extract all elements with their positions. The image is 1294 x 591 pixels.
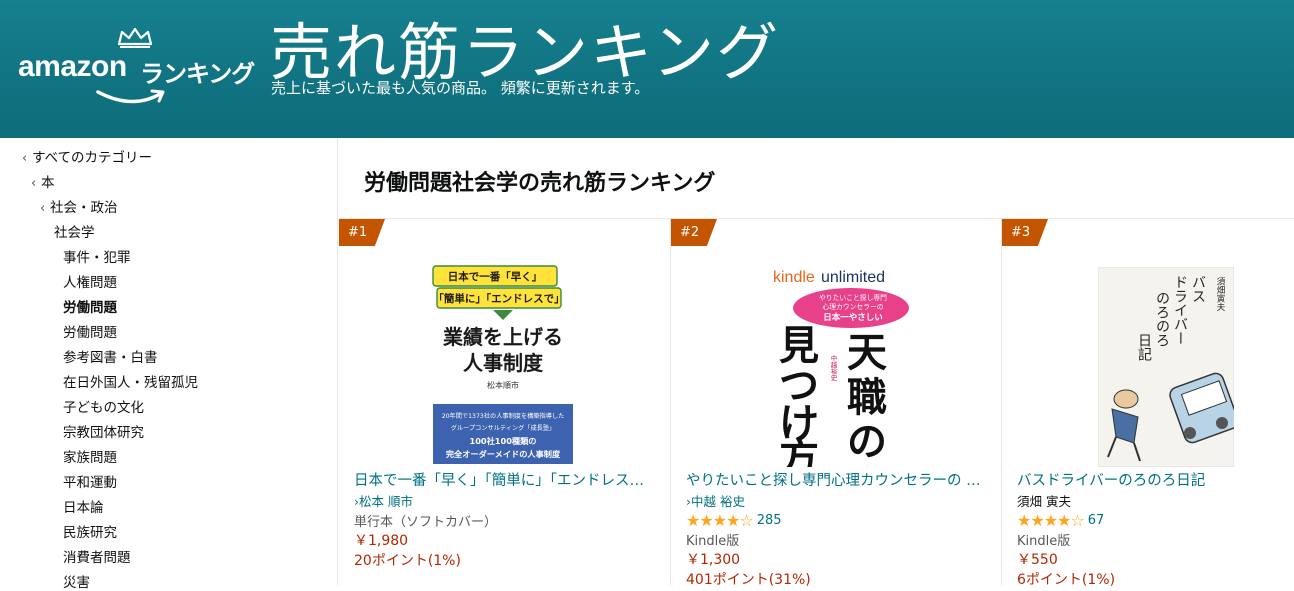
sidebar-item-incidents-crime[interactable]: 事件・犯罪 (63, 246, 131, 266)
cover-title: 日記 (1136, 333, 1152, 361)
product-author-label: 中越 裕史 (691, 494, 745, 509)
sidebar-item-family[interactable]: 家族問題 (63, 446, 117, 466)
chevron-left-icon: ‹ (40, 201, 46, 216)
review-count-link[interactable]: 285 (757, 513, 782, 528)
category-sidebar: ‹ すべてのカテゴリー ‹ 本 ‹ 社会・政治 社会学 事件・犯罪 人権問題 労働問題… (0, 138, 338, 591)
sidebar-item-society-politics[interactable]: ‹ 社会・政治 (40, 196, 118, 216)
product-format: Kindle版 (686, 534, 740, 549)
sidebar-item-foreign-residents[interactable]: 在日外国人・残留孤児 (63, 371, 198, 391)
sidebar-item-all-categories[interactable]: ‹ すべてのカテゴリー (22, 146, 152, 166)
cover-text: やりたいこと探し専門 (819, 293, 887, 302)
cover-text: 心理カウンセラーの (822, 303, 883, 311)
product-title-link[interactable]: やりたいこと探し専門心理カウンセラーの 日本一やさしい天職の見つけ方 (686, 469, 986, 490)
cover-author: 松本順市 (487, 380, 519, 390)
product-title-link[interactable]: バスドライバーのろのろ日記 (1017, 469, 1294, 490)
cover-author: 中越裕史 (829, 354, 837, 383)
product-price: ￥1,980 (354, 533, 409, 549)
cover-title-char: 天 (847, 329, 887, 376)
cover-text: グループコンサルティング「成長塾」 (451, 424, 555, 432)
cover-text: 100社100種類の (470, 436, 537, 446)
cover-title-char: 方 (779, 434, 819, 467)
cover-text: 20年間で1373社の人事制度を構築指導した (442, 412, 565, 420)
sidebar-item-ethnic-studies[interactable]: 民族研究 (63, 521, 117, 541)
product-cover-image[interactable]: バス ドライバー のろのろ 日記 須畑寅夫 (1098, 267, 1234, 467)
page-subtitle: 売上に基づいた最も人気の商品。 頻繁に更新されます。 (271, 79, 650, 97)
cover-title-char: 職 (847, 374, 887, 421)
product-cover-image[interactable]: 日本で一番「早く」 「簡単に」「エンドレスで」 業績を上げる 人事制度 松本順市… (429, 264, 577, 464)
cover-text: 「簡単に」「エンドレスで」 (433, 292, 564, 305)
sidebar-item-books[interactable]: ‹ 本 (31, 171, 55, 191)
cover-author: 須畑寅夫 (1215, 277, 1225, 312)
product-format: Kindle版 (1017, 534, 1071, 549)
kindle-text: kindle (773, 269, 815, 286)
sidebar-item-consumer-issues[interactable]: 消費者問題 (63, 546, 131, 566)
rank-badge: #2 (671, 219, 717, 246)
product-price: ￥550 (1017, 552, 1058, 568)
star-rating-icon: ★★★★☆ (686, 511, 754, 530)
chevron-left-icon: ‹ (22, 151, 28, 166)
product-author-link[interactable]: ›松本 順市 (354, 491, 413, 510)
ranking-list-title: 労働問題社会学の売れ筋ランキング (364, 171, 716, 196)
product-points: 20ポイント(1%) (354, 553, 461, 569)
cover-title: のろのろ (1154, 291, 1170, 347)
ranking-main: 労働問題社会学の売れ筋ランキング #1 日本で一番「早く」 「簡単に」「エンドレ… (339, 138, 1294, 588)
cover-text: 完全オーダーメイドの人事制度 (446, 449, 561, 459)
sidebar-item-human-rights[interactable]: 人権問題 (63, 271, 117, 291)
sidebar-item-religious-groups[interactable]: 宗教団体研究 (63, 421, 144, 441)
sidebar-item-reference-whitepaper[interactable]: 参考図書・白書 (63, 346, 158, 366)
sidebar-item-sociology[interactable]: 社会学 (54, 221, 95, 241)
cover-text: 日本で一番「早く」 (448, 270, 543, 283)
sidebar-item-label: 本 (41, 175, 55, 191)
logo-ranking-text: ランキング (140, 60, 255, 88)
star-rating-icon: ★★★★☆ (1017, 511, 1085, 530)
product-points: 6ポイント(1%) (1017, 572, 1116, 588)
cover-title: 業績を上げる (443, 325, 563, 349)
review-count-link[interactable]: 67 (1088, 513, 1105, 528)
cover-title: バス (1190, 275, 1206, 303)
product-author: 須畑 寅夫 (1017, 494, 1071, 509)
amazon-smile-icon (96, 89, 165, 104)
amazon-ranking-logo[interactable]: amazon ランキング (16, 20, 256, 110)
rating-stars[interactable]: ★★★★☆ 67 (1017, 511, 1104, 530)
cover-title-char: の (847, 418, 887, 465)
chevron-left-icon: ‹ (31, 176, 37, 191)
product-card: #1 日本で一番「早く」 「簡単に」「エンドレスで」 業績を上げる 人事制度 松… (339, 219, 670, 585)
product-author-link[interactable]: ›中越 裕史 (686, 491, 745, 510)
cover-text: 日本一やさしい (823, 312, 883, 323)
unlimited-text: unlimited (821, 269, 885, 286)
crown-icon (117, 27, 153, 48)
sidebar-item-disasters[interactable]: 災害 (63, 571, 90, 591)
ranking-header: amazon ランキング 売れ筋ランキング 売上に基づいた最も人気の商品。 頻繁… (0, 0, 1294, 138)
product-title-link[interactable]: 日本で一番「早く」「簡単に」「エンドレスで」業績を上げる人事制度 (354, 469, 654, 490)
product-card: #2 kindle unlimited やりたいこと探し専門 心理カウンセラーの… (671, 219, 1002, 588)
cover-title: 人事制度 (463, 351, 544, 375)
sidebar-item-child-culture[interactable]: 子どもの文化 (63, 396, 144, 416)
rank-badge: #1 (339, 219, 385, 246)
rating-stars[interactable]: ★★★★☆ 285 (686, 511, 782, 530)
product-points: 401ポイント(31%) (686, 572, 811, 588)
cover-title: ドライバー (1172, 275, 1188, 345)
logo-amazon-text: amazon (18, 50, 127, 83)
sidebar-item-label: 社会・政治 (50, 200, 118, 216)
sidebar-item-peace-movement[interactable]: 平和運動 (63, 471, 117, 491)
rank-badge: #3 (1002, 219, 1048, 246)
product-card: #3 バス ドライバー のろのろ 日記 須畑寅夫 バスドライバーのろのろ日記 須… (1002, 219, 1294, 588)
product-cover-image[interactable]: kindle unlimited やりたいこと探し専門 心理カウンセラーの 日本… (761, 259, 909, 467)
product-author-label: 松本 順市 (359, 494, 413, 509)
product-price: ￥1,300 (686, 552, 741, 568)
sidebar-item-label: すべてのカテゴリー (32, 150, 153, 166)
sidebar-item-japan-theory[interactable]: 日本論 (63, 496, 104, 516)
sidebar-item-labor[interactable]: 労働問題 (63, 321, 117, 341)
product-format: 単行本（ソフトカバー） (354, 515, 498, 530)
sidebar-item-labor-current: 労働問題 (63, 300, 117, 316)
